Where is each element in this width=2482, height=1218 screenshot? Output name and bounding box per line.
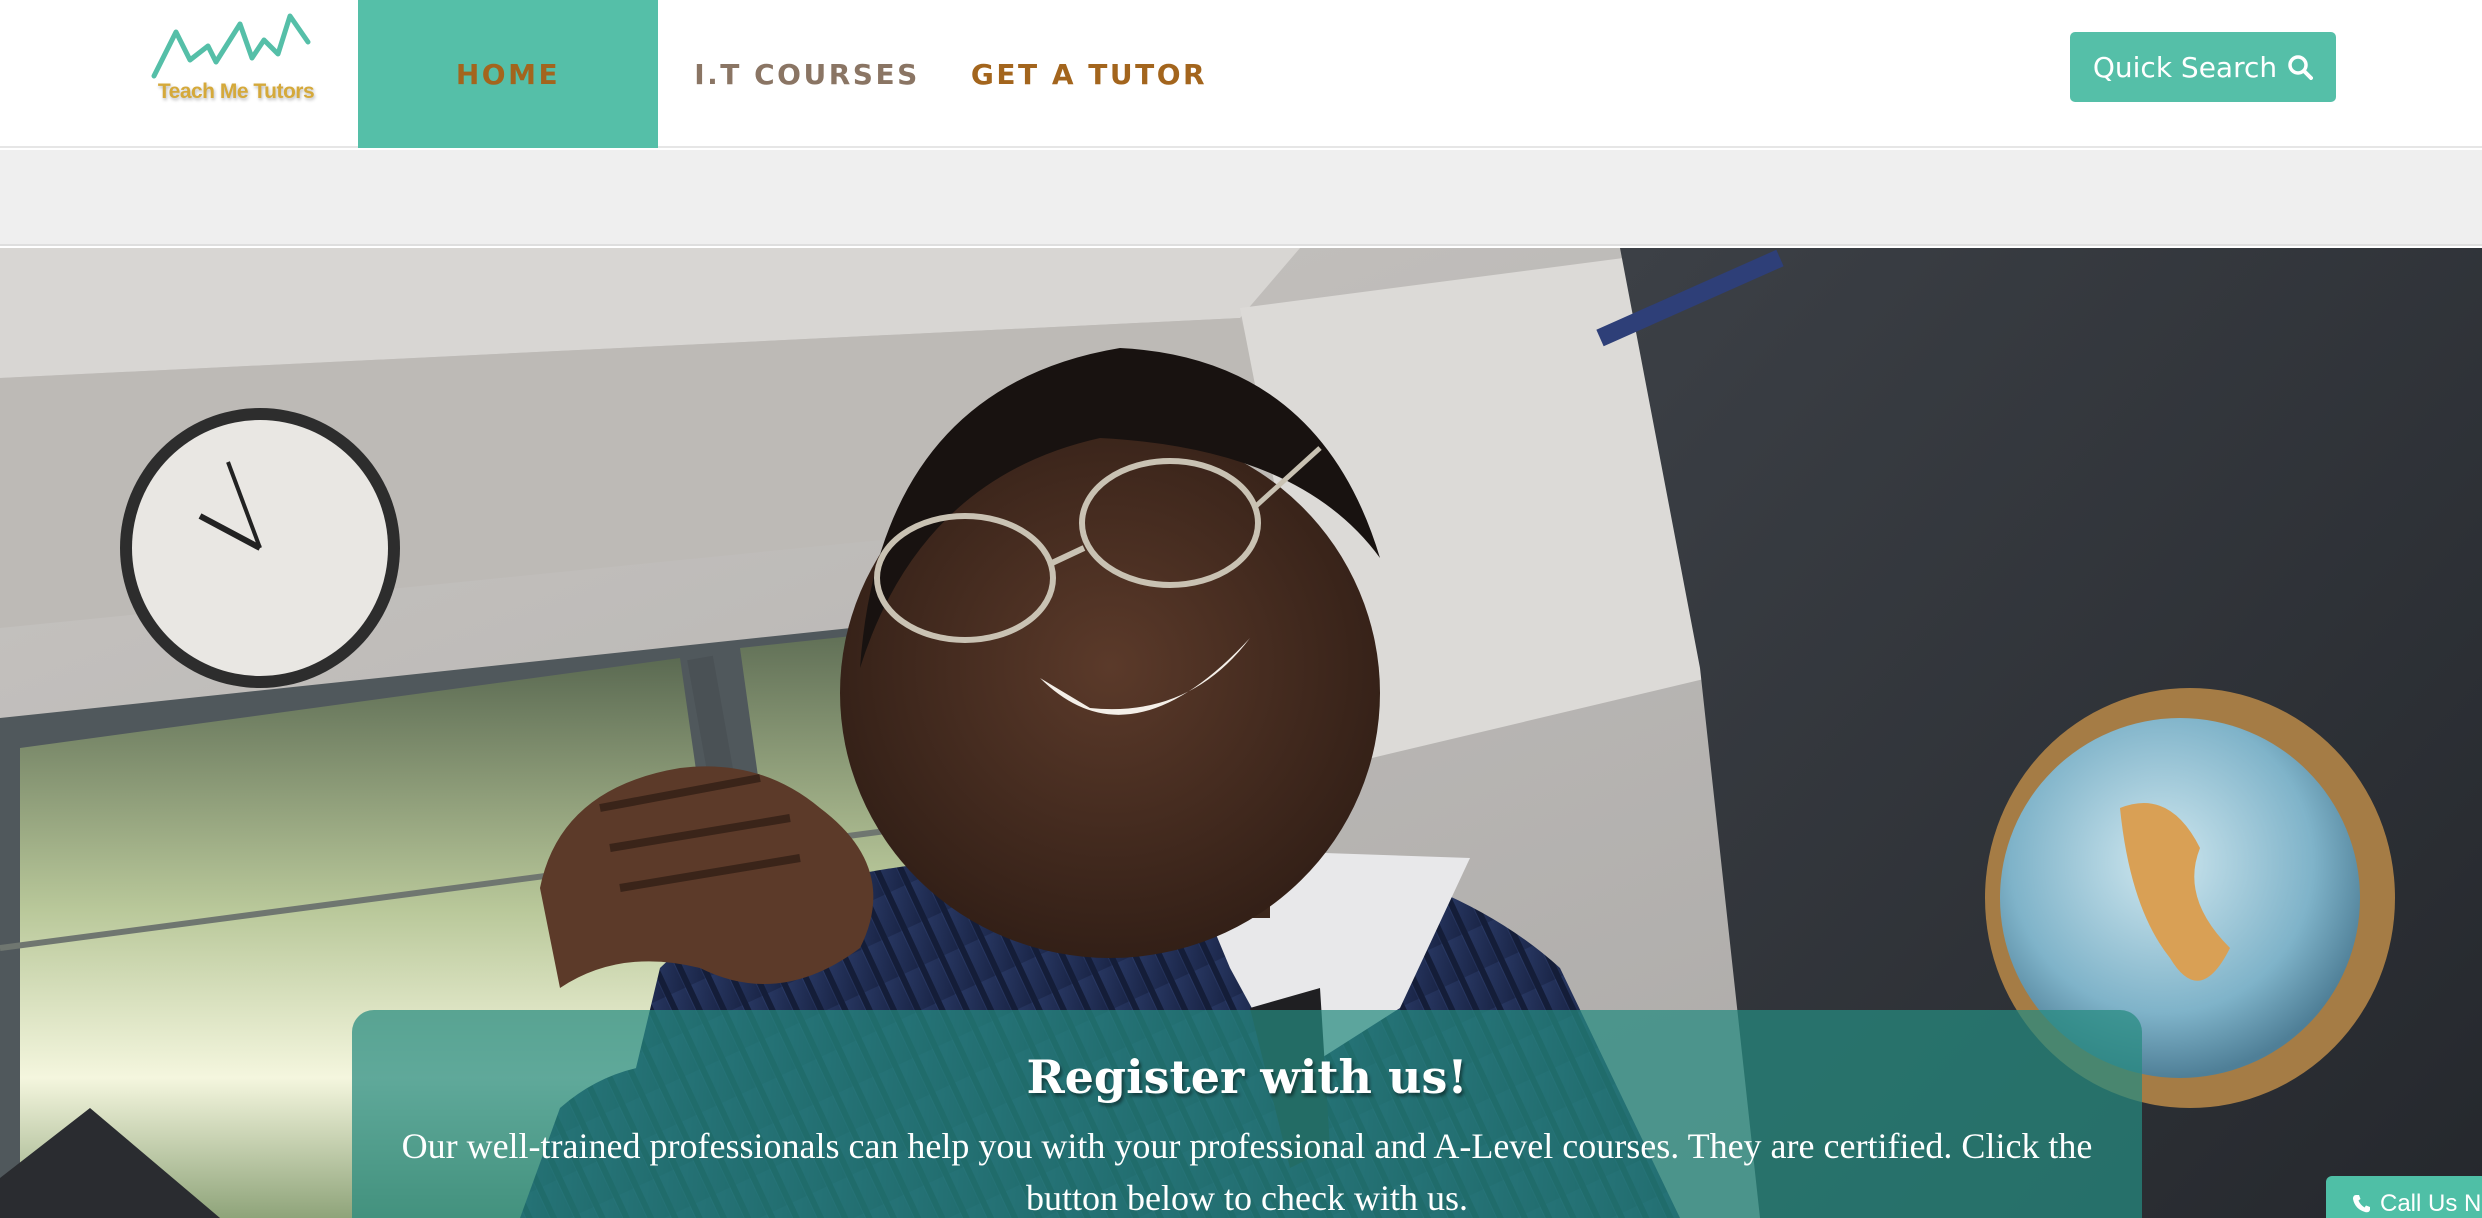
page: Teach Me Tutors HOME I.T COURSES GET A T…: [0, 0, 2482, 1218]
phone-icon: [2353, 1195, 2370, 1213]
site-header: Teach Me Tutors HOME I.T COURSES GET A T…: [0, 0, 2482, 148]
quick-search-label: Quick Search: [2092, 50, 2278, 84]
logo-text: Teach Me Tutors: [157, 80, 315, 103]
call-us-label: Call Us No: [2380, 1190, 2482, 1217]
hero-banner: Register with us! Our well-trained profe…: [0, 248, 2482, 1218]
register-title: Register with us!: [1026, 1050, 1468, 1104]
register-description: Our well-trained professionals can help …: [401, 1126, 2093, 1218]
register-callout: Register with us! Our well-trained profe…: [352, 1010, 2142, 1218]
site-logo[interactable]: Teach Me Tutors: [148, 10, 318, 115]
call-us-button[interactable]: Call Us No: [2326, 1176, 2482, 1218]
main-nav: HOME I.T COURSES GET A TUTOR: [358, 0, 1222, 148]
nav-item-get-a-tutor[interactable]: GET A TUTOR: [956, 0, 1222, 148]
quick-search-button[interactable]: Quick Search: [2070, 32, 2336, 102]
search-icon: [2288, 55, 2314, 80]
nav-item-it-courses[interactable]: I.T COURSES: [658, 0, 956, 148]
logo-wave-icon: [151, 13, 311, 79]
nav-item-home[interactable]: HOME: [358, 0, 658, 148]
header-spacer-band: [0, 150, 2482, 246]
